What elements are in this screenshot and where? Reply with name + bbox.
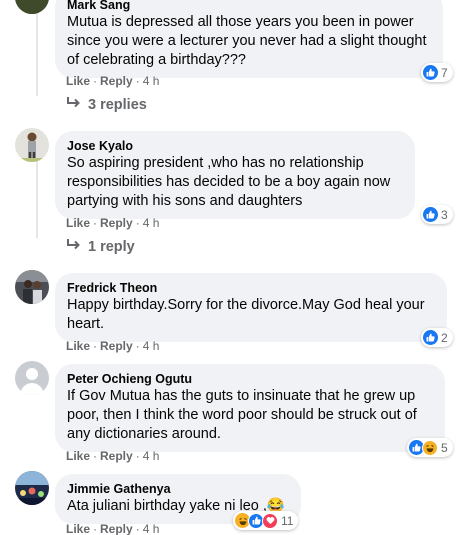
like-link[interactable]: Like [66,449,90,463]
reply-link[interactable]: Reply [100,74,133,88]
comment-time[interactable]: 4 h [143,216,160,230]
replies-label: 3 replies [88,97,147,113]
comment-text: If Gov Mutua has the guts to insinuate t… [67,388,417,442]
comment-bubble: Jose Kyalo So aspiring president ,who ha… [55,131,415,219]
comment-bubble: Fredrick Theon Happy birthday.Sorry for … [55,273,447,342]
comment-author[interactable]: Fredrick Theon [67,280,435,296]
like-icon [423,330,438,345]
comment-author[interactable]: Jimmie Gathenya [67,481,289,497]
comment-bubble: Peter Ochieng Ogutu If Gov Mutua has the… [55,364,445,452]
reply-arrow-icon [66,238,82,256]
reply-link[interactable]: Reply [100,522,133,535]
reply-arrow-icon [66,96,82,114]
reaction-summary[interactable]: 3 [421,205,453,224]
comment-actions: Like · Reply · 4 h [66,74,160,88]
comment-actions: Like · Reply · 4 h [66,216,160,230]
comment-time[interactable]: 4 h [143,522,160,535]
like-link[interactable]: Like [66,522,90,535]
thread-line [36,160,38,238]
reaction-count: 2 [441,330,448,345]
like-link[interactable]: Like [66,339,90,353]
reaction-count: 7 [441,65,448,80]
comment-text: Happy birthday.Sorry for the divorce.May… [67,297,425,332]
comment-text: So aspiring president ,who has no relati… [67,155,391,209]
reply-link[interactable]: Reply [100,216,133,230]
reaction-summary[interactable]: 2 [421,328,453,347]
comment-author[interactable]: Jose Kyalo [67,138,403,154]
comment-time[interactable]: 4 h [143,449,160,463]
thread-line [36,0,38,96]
view-replies-link[interactable]: 1 reply [66,238,135,256]
reply-link[interactable]: Reply [100,449,133,463]
avatar[interactable] [15,361,49,395]
like-icon [423,65,438,80]
love-icon [262,512,278,529]
reply-link[interactable]: Reply [100,339,133,353]
comment-time[interactable]: 4 h [143,339,160,353]
reaction-summary[interactable]: 11 [233,511,299,530]
haha-icon [422,439,438,456]
avatar[interactable] [15,0,49,14]
reaction-count: 11 [281,513,294,528]
reaction-summary[interactable]: 7 [421,63,453,82]
comment-author[interactable]: Peter Ochieng Ogutu [67,371,433,387]
comment-actions: Like · Reply · 4 h [66,339,160,353]
reaction-summary[interactable]: 5 [407,438,453,457]
reaction-count: 3 [441,207,448,222]
avatar[interactable] [15,471,49,505]
comment-actions: Like · Reply · 4 h [66,522,160,535]
avatar[interactable] [15,128,49,162]
view-replies-link[interactable]: 3 replies [66,96,147,114]
avatar[interactable] [15,270,49,304]
comment-text: Mutua is depressed all those years you b… [67,14,427,68]
comment-time[interactable]: 4 h [143,74,160,88]
comment-bubble: Mark Sang Mutua is depressed all those y… [55,0,443,78]
like-link[interactable]: Like [66,216,90,230]
comment-actions: Like · Reply · 4 h [66,449,160,463]
replies-label: 1 reply [88,239,135,255]
reaction-count: 5 [441,440,448,455]
like-icon [423,207,438,222]
like-link[interactable]: Like [66,74,90,88]
comment-author[interactable]: Mark Sang [67,0,431,13]
